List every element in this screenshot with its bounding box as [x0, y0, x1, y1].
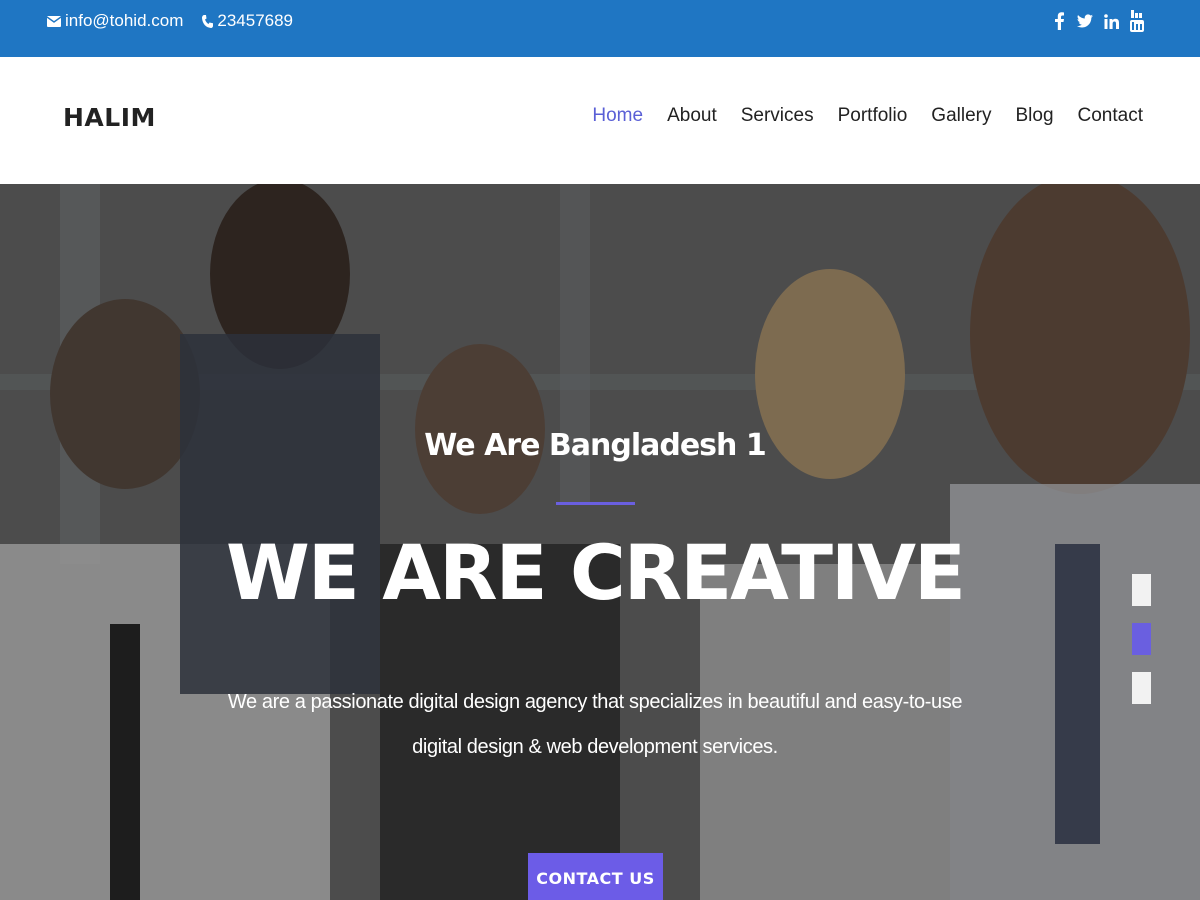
envelope-icon — [47, 15, 61, 27]
slider-pagination — [1132, 574, 1151, 721]
phone-text[interactable]: 23457689 — [217, 11, 293, 31]
site-header: HALIM Home About Services Portfolio Gall… — [0, 57, 1200, 184]
nav-home[interactable]: Home — [592, 105, 643, 127]
hero-divider — [556, 502, 635, 505]
nav-portfolio[interactable]: Portfolio — [838, 105, 908, 127]
contact-info: info@tohid.com 23457689 — [47, 11, 312, 31]
top-bar: info@tohid.com 23457689 — [0, 0, 1200, 57]
nav-gallery[interactable]: Gallery — [931, 105, 991, 127]
hero-title: WE ARE CREATIVE — [226, 528, 966, 617]
hero-subtitle: We Are Bangladesh 1 — [424, 428, 766, 463]
phone-icon — [202, 14, 214, 28]
main-nav: Home About Services Portfolio Gallery Bl… — [568, 105, 1143, 127]
slide-dot-3[interactable] — [1132, 672, 1151, 704]
hero-description: We are a passionate digital design agenc… — [227, 691, 963, 758]
hero-section: We Are Bangladesh 1 WE ARE CREATIVE We a… — [0, 184, 1200, 900]
nav-contact[interactable]: Contact — [1078, 105, 1143, 127]
slide-dot-2[interactable] — [1132, 623, 1151, 655]
youtube-icon[interactable] — [1129, 10, 1145, 32]
social-links — [1041, 10, 1145, 32]
contact-us-button[interactable]: CONTACT US — [528, 853, 663, 900]
email-contact[interactable]: info@tohid.com — [47, 11, 183, 31]
nav-about[interactable]: About — [667, 105, 717, 127]
email-text[interactable]: info@tohid.com — [65, 11, 183, 31]
twitter-icon[interactable] — [1077, 10, 1093, 32]
facebook-icon[interactable] — [1051, 10, 1067, 32]
nav-services[interactable]: Services — [741, 105, 814, 127]
site-logo[interactable]: HALIM — [63, 103, 156, 132]
linkedin-icon[interactable] — [1103, 10, 1119, 32]
nav-blog[interactable]: Blog — [1015, 105, 1053, 127]
phone-contact[interactable]: 23457689 — [202, 11, 293, 31]
slide-dot-1[interactable] — [1132, 574, 1151, 606]
